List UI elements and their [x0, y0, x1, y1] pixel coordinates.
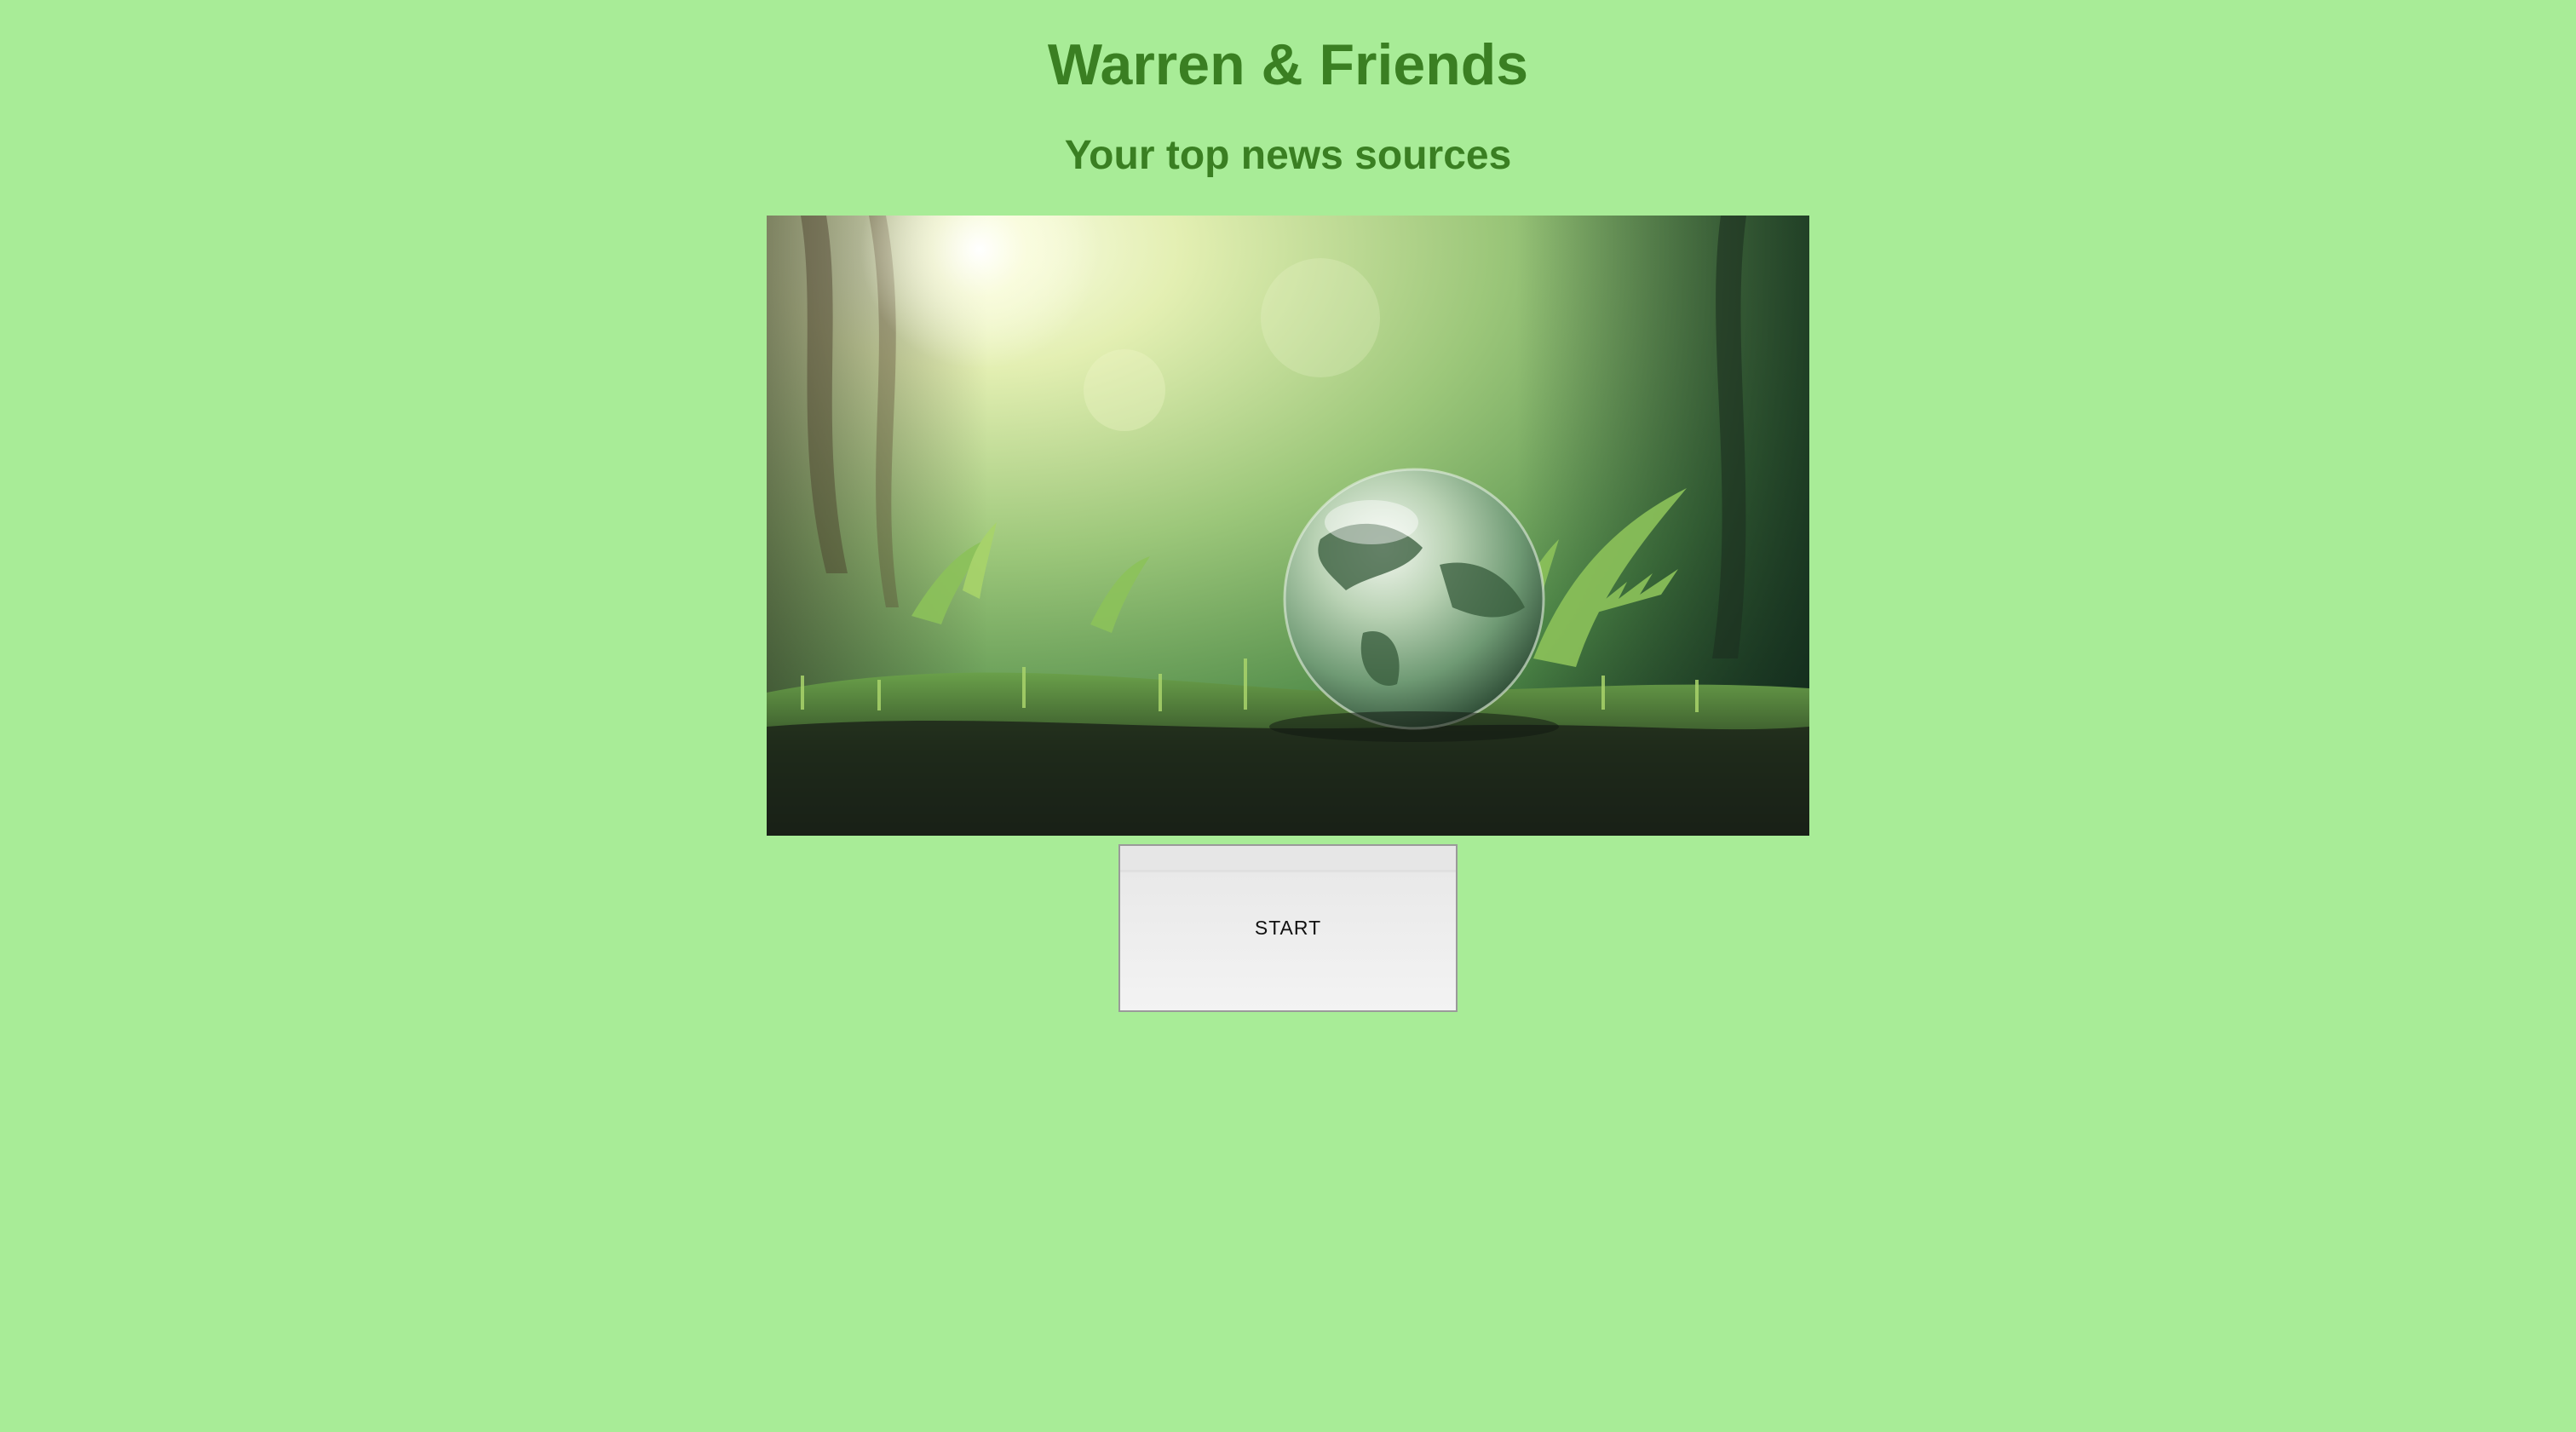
hero-image — [767, 216, 1809, 836]
page-title: Warren & Friends — [1047, 32, 1529, 97]
globe-in-forest-image — [767, 216, 1809, 836]
page-subtitle: Your top news sources — [1064, 133, 1512, 178]
start-button[interactable]: START — [1118, 844, 1458, 1012]
page: Warren & Friends Your top news sources S… — [0, 0, 2576, 1432]
